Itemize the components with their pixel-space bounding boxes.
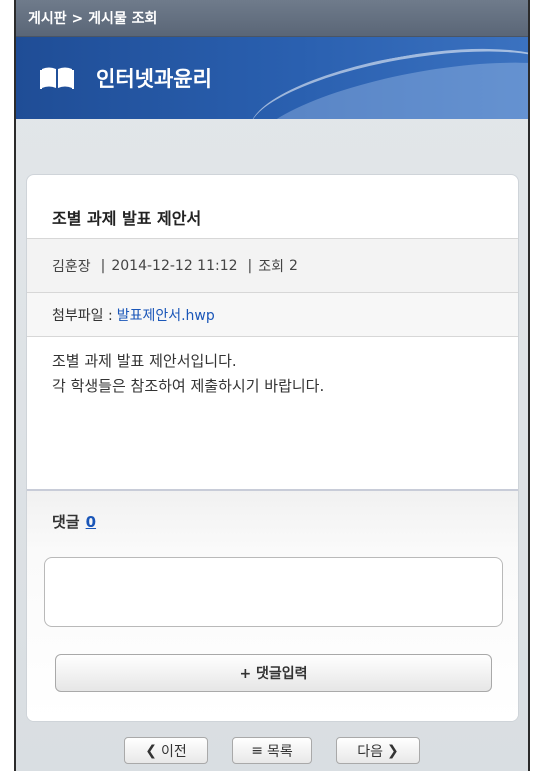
next-label: 다음 <box>357 743 384 760</box>
attachment-link[interactable]: 발표제안서.hwp <box>117 305 215 325</box>
chevron-right-icon: ❯ <box>387 742 399 759</box>
header-swoosh <box>242 37 528 119</box>
prev-button[interactable]: ❮ 이전 <box>124 737 208 764</box>
prev-label: 이전 <box>160 743 187 760</box>
post-title: 조별 과제 발표 제안서 <box>27 175 518 239</box>
post-body-line: 조별 과제 발표 제안서입니다. <box>52 352 237 370</box>
post-body: 조별 과제 발표 제안서입니다. 각 학생들은 참조하여 제출하시기 바랍니다. <box>27 337 518 491</box>
post-date: 2014-12-12 11:12 <box>111 257 238 274</box>
post-author: 김훈장 <box>52 258 91 275</box>
views-count: 2 <box>289 257 298 274</box>
views-label: 조회 <box>258 258 285 275</box>
meta-separator: | <box>247 257 253 274</box>
breadcrumb: 게시판 > 게시물 조회 <box>16 0 528 37</box>
comment-count-link[interactable]: 0 <box>86 513 96 531</box>
post-body-line: 각 학생들은 참조하여 제출하시기 바랍니다. <box>52 377 325 395</box>
attachment-label: 첨부파일 : <box>52 307 113 324</box>
post-meta: 김훈장 | 2014-12-12 11:12 | 조회 2 <box>27 239 518 293</box>
list-button[interactable]: ≡ 목록 <box>232 737 312 764</box>
app-frame: 게시판 > 게시물 조회 인터넷과윤리 조별 과제 발표 제안서 김훈장 | 2… <box>14 0 530 771</box>
meta-separator: | <box>100 257 106 274</box>
course-title: 인터넷과윤리 <box>96 67 212 91</box>
chevron-left-icon: ❮ <box>145 742 157 759</box>
book-icon <box>40 66 74 90</box>
course-header: 인터넷과윤리 <box>16 37 528 119</box>
breadcrumb-text: 게시판 > 게시물 조회 <box>28 11 158 27</box>
post-card: 조별 과제 발표 제안서 김훈장 | 2014-12-12 11:12 | 조회… <box>26 174 519 722</box>
post-navigation: ❮ 이전 ≡ 목록 다음 ❯ <box>16 737 528 764</box>
add-comment-button[interactable]: + 댓글입력 <box>55 654 492 692</box>
list-label: 목록 <box>266 743 293 760</box>
next-button[interactable]: 다음 ❯ <box>336 737 420 764</box>
attachment-row: 첨부파일 : 발표제안서.hwp <box>27 293 518 337</box>
comment-heading-label: 댓글 <box>52 513 80 531</box>
comment-section: 댓글 0 + 댓글입력 <box>27 491 518 721</box>
comment-input[interactable] <box>44 557 503 627</box>
list-icon: ≡ <box>251 742 263 759</box>
comment-heading: 댓글 0 <box>27 491 518 532</box>
